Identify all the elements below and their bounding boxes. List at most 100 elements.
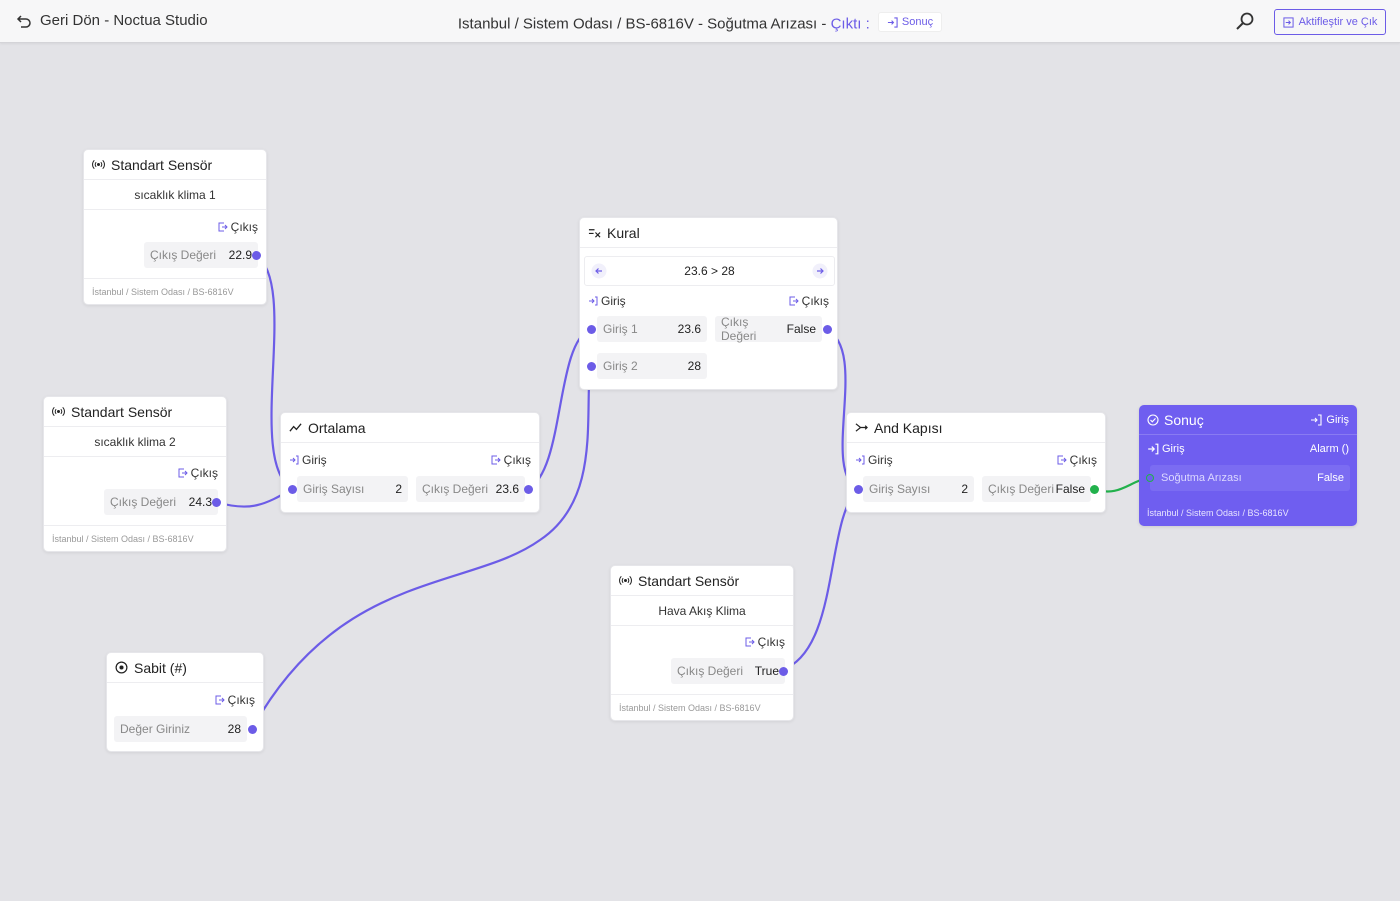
node-title: Standart Sensör xyxy=(638,572,740,589)
constant-node[interactable]: Sabit (#) Çıkış Değer Giriniz 28 xyxy=(106,652,264,752)
input-label: Giriş xyxy=(868,453,893,467)
field-label: Soğutma Arızası xyxy=(1161,472,1242,484)
node-title: Standart Sensör xyxy=(111,156,213,173)
field-value: 28 xyxy=(227,722,241,736)
field-label: Çıkış Değeri xyxy=(110,495,177,509)
input-1-field: Giriş 1 23.6 xyxy=(597,316,707,342)
result-node[interactable]: Sonuç Giriş Giriş Alarm () Soğutma Arıza… xyxy=(1139,405,1357,526)
input-badge: Giriş xyxy=(1326,413,1349,426)
output-port[interactable] xyxy=(1090,485,1099,494)
login-icon xyxy=(1311,413,1322,426)
field-label: Çıkış Değeri xyxy=(677,664,744,678)
output-label: Çıkış xyxy=(757,635,785,649)
output-value-field: Çıkış Değeri False xyxy=(982,476,1091,502)
average-node[interactable]: Ortalama Giriş Çıkış Giriş Sayısı 2 Çıkı… xyxy=(280,412,540,513)
activate-label: Aktifleştir ve Çık xyxy=(1298,16,1378,28)
output-label: Çıktı : xyxy=(830,15,870,33)
node-header[interactable]: Standart Sensör xyxy=(84,150,266,180)
input-port[interactable] xyxy=(1146,474,1154,482)
output-section-label: Çıkış xyxy=(218,220,258,234)
input-label: Giriş xyxy=(302,453,327,467)
output-port[interactable] xyxy=(779,667,788,676)
sensor-node-3[interactable]: Standart Sensör Hava Akış Klima Çıkış Çı… xyxy=(610,565,794,721)
trend-icon xyxy=(289,423,302,432)
rule-expression: 23.6 > 28 xyxy=(684,264,735,278)
input-label: Giriş xyxy=(601,294,626,308)
node-title: Kural xyxy=(607,224,640,241)
field-value: 2 xyxy=(961,482,968,496)
node-header[interactable]: Sonuç Giriş xyxy=(1139,405,1357,435)
input-port[interactable] xyxy=(288,485,297,494)
arrow-right-icon[interactable] xyxy=(812,263,828,279)
sensor-name: Hava Akış Klima xyxy=(611,596,793,626)
output-value-field: Çıkış Değeri False xyxy=(715,315,822,343)
input-section-label: Giriş xyxy=(1147,443,1185,455)
input-2-port[interactable] xyxy=(587,362,596,371)
search-icon[interactable] xyxy=(1235,11,1255,31)
field-label: Çıkış Değeri xyxy=(988,482,1055,496)
output-port[interactable] xyxy=(823,325,832,334)
arrow-left-icon[interactable] xyxy=(591,263,607,279)
field-value: 28 xyxy=(687,359,701,373)
output-port[interactable] xyxy=(212,498,221,507)
broadcast-icon xyxy=(619,575,632,586)
output-port[interactable] xyxy=(524,485,533,494)
node-header[interactable]: Kural xyxy=(580,218,837,248)
merge-icon xyxy=(855,423,868,432)
node-title: Standart Sensör xyxy=(71,403,173,420)
output-port[interactable] xyxy=(248,725,257,734)
output-label: Çıkış xyxy=(801,294,829,308)
field-value: True xyxy=(754,664,779,678)
breadcrumb: Istanbul / Sistem Odası / BS-6816V - Soğ… xyxy=(0,12,1400,33)
constant-value-input[interactable]: Değer Giriniz 28 xyxy=(114,716,247,742)
node-title: Sonuç xyxy=(1164,411,1204,428)
node-footer: İstanbul / Sistem Odası / BS-6816V xyxy=(611,694,793,720)
input-2-field: Giriş 2 28 xyxy=(597,353,707,379)
node-header[interactable]: Standart Sensör xyxy=(44,397,226,427)
sensor-node-1[interactable]: Standart Sensör sıcaklık klima 1 Çıkış Ç… xyxy=(83,149,267,305)
field-value: False xyxy=(1055,482,1085,496)
alarm-field: Soğutma Arızası False xyxy=(1150,465,1350,491)
field-label: Giriş 1 xyxy=(603,322,638,336)
rule-expression-bar: 23.6 > 28 xyxy=(584,256,835,286)
input-section-label: Giriş xyxy=(855,453,893,467)
broadcast-icon xyxy=(92,159,105,170)
input-section-label: Giriş xyxy=(289,453,327,467)
field-label: Çıkış Değeri xyxy=(150,248,217,262)
field-value: 24.3 xyxy=(188,495,212,509)
node-header[interactable]: Standart Sensör xyxy=(611,566,793,596)
logout-icon xyxy=(218,222,228,232)
node-header[interactable]: Sabit (#) xyxy=(107,653,263,683)
node-header[interactable]: Ortalama xyxy=(281,413,539,443)
field-label: Giriş Sayısı xyxy=(869,482,931,496)
output-section-label: Çıkış xyxy=(215,693,255,707)
sensor-node-2[interactable]: Standart Sensör sıcaklık klima 2 Çıkış Ç… xyxy=(43,396,227,552)
input-1-port[interactable] xyxy=(587,325,596,334)
node-footer: İstanbul / Sistem Odası / BS-6816V xyxy=(1147,508,1289,518)
output-label: Çıkış xyxy=(190,466,218,480)
logout-icon xyxy=(215,695,225,705)
input-label: Giriş xyxy=(1162,443,1185,455)
activate-and-exit-button[interactable]: Aktifleştir ve Çık xyxy=(1274,9,1386,35)
input-section-label: Giriş xyxy=(588,294,626,308)
and-gate-node[interactable]: And Kapısı Giriş Çıkış Giriş Sayısı 2 Çı… xyxy=(846,412,1106,513)
rule-node[interactable]: Kural 23.6 > 28 Giriş Çıkış Giriş 1 23.6… xyxy=(579,217,838,390)
output-tag[interactable]: Sonuç xyxy=(877,12,943,32)
node-title: And Kapısı xyxy=(874,419,943,436)
node-header[interactable]: And Kapısı xyxy=(847,413,1105,443)
rule-icon xyxy=(588,229,601,238)
output-label: Çıkış xyxy=(227,693,255,707)
input-count-field[interactable]: Giriş Sayısı 2 xyxy=(863,476,974,502)
output-label: Çıkış xyxy=(503,453,531,467)
field-label: Çıkış Değeri xyxy=(721,315,757,343)
login-icon xyxy=(290,455,299,465)
input-port[interactable] xyxy=(854,485,863,494)
node-title: Sabit (#) xyxy=(134,659,187,676)
field-value: False xyxy=(1317,472,1344,484)
field-value: False xyxy=(786,322,816,336)
node-footer: İstanbul / Sistem Odası / BS-6816V xyxy=(84,278,266,304)
input-count-field[interactable]: Giriş Sayısı 2 xyxy=(297,476,408,502)
field-label: Giriş 2 xyxy=(603,359,638,373)
output-value-field: Çıkış Değeri 22.9 xyxy=(144,242,258,268)
output-port[interactable] xyxy=(252,251,261,260)
